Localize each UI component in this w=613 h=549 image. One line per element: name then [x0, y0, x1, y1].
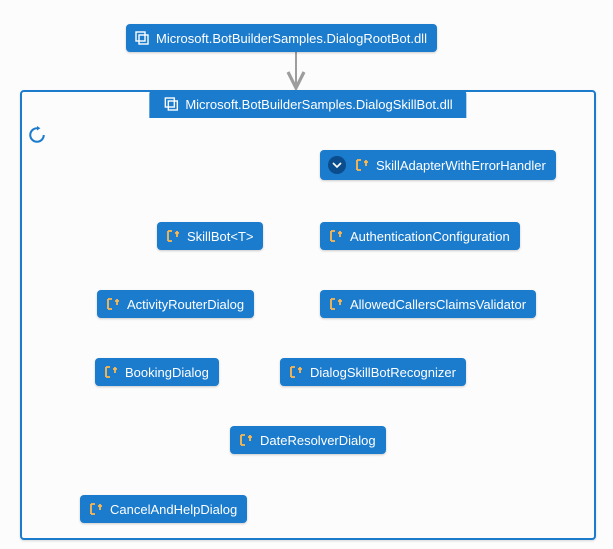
node-label: CancelAndHelpDialog — [110, 502, 237, 517]
class-icon — [328, 228, 344, 244]
node-date-resolver[interactable]: DateResolverDialog — [230, 426, 386, 454]
node-label: SkillAdapterWithErrorHandler — [376, 158, 546, 173]
assembly-icon — [134, 30, 150, 46]
refresh-icon[interactable] — [28, 126, 46, 147]
chevron-down-icon[interactable] — [328, 156, 346, 174]
node-label: DateResolverDialog — [260, 433, 376, 448]
node-label: SkillBot<T> — [187, 229, 253, 244]
node-skill-adapter[interactable]: SkillAdapterWithErrorHandler — [320, 150, 556, 180]
class-icon — [165, 228, 181, 244]
node-cancel-help[interactable]: CancelAndHelpDialog — [80, 495, 247, 523]
container-header[interactable]: Microsoft.BotBuilderSamples.DialogSkillB… — [149, 90, 466, 118]
node-auth-config[interactable]: AuthenticationConfiguration — [320, 222, 520, 250]
node-label: AllowedCallersClaimsValidator — [350, 297, 526, 312]
class-icon — [105, 296, 121, 312]
node-activity-router[interactable]: ActivityRouterDialog — [97, 290, 254, 318]
node-booking-dialog[interactable]: BookingDialog — [95, 358, 219, 386]
container-label: Microsoft.BotBuilderSamples.DialogSkillB… — [185, 97, 452, 112]
class-icon — [328, 296, 344, 312]
diagram-canvas: Microsoft.BotBuilderSamples.DialogRootBo… — [0, 0, 613, 549]
assembly-icon — [163, 96, 179, 112]
node-root-dll[interactable]: Microsoft.BotBuilderSamples.DialogRootBo… — [126, 24, 437, 52]
node-label: Microsoft.BotBuilderSamples.DialogRootBo… — [156, 31, 427, 46]
node-label: BookingDialog — [125, 365, 209, 380]
class-icon — [88, 501, 104, 517]
node-label: AuthenticationConfiguration — [350, 229, 510, 244]
node-recognizer[interactable]: DialogSkillBotRecognizer — [280, 358, 466, 386]
node-skillbot[interactable]: SkillBot<T> — [157, 222, 263, 250]
node-label: ActivityRouterDialog — [127, 297, 244, 312]
node-label: DialogSkillBotRecognizer — [310, 365, 456, 380]
node-allowed-callers[interactable]: AllowedCallersClaimsValidator — [320, 290, 536, 318]
class-icon — [238, 432, 254, 448]
class-icon — [288, 364, 304, 380]
class-icon — [103, 364, 119, 380]
class-icon — [354, 157, 370, 173]
